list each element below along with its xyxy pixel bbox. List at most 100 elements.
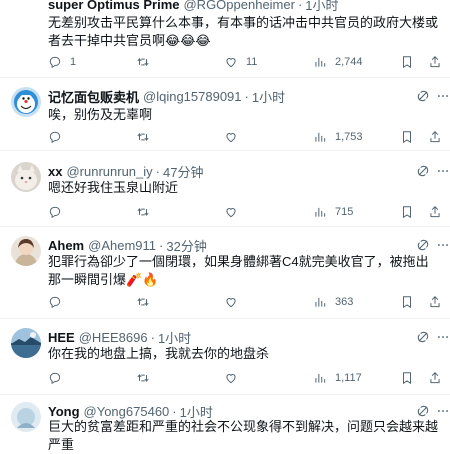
avatar[interactable]: [11, 162, 41, 192]
tweet-actions: 1 11 2,744: [48, 53, 444, 71]
user-handle[interactable]: @Yong675460: [84, 404, 170, 419]
bookmark-button[interactable]: [400, 130, 414, 144]
views-button[interactable]: 363: [313, 295, 353, 309]
more-options-icon[interactable]: [436, 330, 450, 344]
views-button[interactable]: 2,744: [313, 55, 363, 69]
display-name[interactable]: Ahem: [48, 238, 84, 253]
bookmark-button[interactable]: [400, 371, 414, 385]
retweet-icon: [137, 207, 149, 217]
avatar-image: [11, 87, 41, 117]
grok-icon[interactable]: [416, 404, 430, 418]
avatar[interactable]: [11, 87, 41, 117]
share-button[interactable]: [428, 371, 442, 385]
bookmark-button[interactable]: [400, 295, 414, 309]
tweet-header: 记忆面包贩卖机 @lqing15789091 · 1小时: [48, 87, 440, 105]
retweet-icon: [137, 373, 149, 383]
display-name[interactable]: 记忆面包贩卖机: [48, 87, 139, 106]
like-button[interactable]: [224, 130, 246, 144]
views-button[interactable]: 1,117: [313, 371, 362, 385]
tweet[interactable]: Ahem @Ahem911 · 32分钟 犯罪行為卻少了一個閉環，如果身體綁著C…: [0, 227, 450, 319]
tweet-text: 嗯还好我住玉泉山附近: [48, 180, 179, 195]
user-handle[interactable]: @HEE8696: [79, 330, 148, 345]
tweet[interactable]: Yong @Yong675460 · 1小时 巨大的贫富差距和严重的社会不公现象…: [0, 395, 450, 452]
timestamp[interactable]: 1小时: [305, 0, 338, 14]
reply-button[interactable]: 1: [48, 55, 76, 69]
tweet-text: 你在我的地盘上搞，我就去你的地盘杀: [48, 346, 270, 361]
like-button[interactable]: [224, 371, 246, 385]
views-chart-icon: [315, 132, 326, 142]
display-name[interactable]: super Optimus Prime: [48, 0, 179, 12]
separator-dot: ·: [150, 329, 155, 345]
reply-count: 1: [70, 56, 77, 68]
tweet-text: 无差别攻击平民算什么本事，有本事的话冲击中共官员的政府大楼或者去干掉中共官员啊😂…: [48, 15, 439, 48]
like-count: 11: [246, 56, 258, 68]
view-count: 363: [335, 296, 354, 308]
view-count: 1,753: [335, 131, 363, 143]
retweet-button[interactable]: [136, 55, 158, 69]
retweet-icon: [137, 132, 149, 142]
separator-dot: ·: [172, 403, 177, 419]
avatar[interactable]: [11, 328, 41, 358]
heart-icon: [226, 208, 236, 218]
like-button[interactable]: [224, 205, 246, 219]
retweet-button[interactable]: [136, 371, 158, 385]
separator-dot: ·: [297, 0, 303, 12]
reply-button[interactable]: [48, 130, 70, 144]
timestamp[interactable]: 47分钟: [163, 162, 203, 181]
retweet-button[interactable]: [136, 205, 158, 219]
tweet-actions: 1,117: [48, 369, 444, 387]
tweet-text: 唉，别伤及无辜啊: [48, 107, 153, 122]
grok-icon[interactable]: [416, 89, 430, 103]
heart-icon: [226, 58, 236, 68]
share-button[interactable]: [428, 130, 442, 144]
grok-icon[interactable]: [416, 330, 430, 344]
share-button[interactable]: [428, 205, 442, 219]
timestamp[interactable]: 1小时: [158, 328, 191, 347]
views-button[interactable]: 715: [313, 205, 353, 219]
user-handle[interactable]: @lqing15789091: [143, 89, 242, 104]
view-count: 1,117: [335, 372, 362, 384]
retweet-button[interactable]: [136, 130, 158, 144]
share-icon: [430, 206, 440, 218]
retweet-icon: [137, 297, 149, 307]
tweet[interactable]: super Optimus Prime @RGOppenheimer · 1小时…: [0, 0, 450, 78]
reply-button[interactable]: [48, 295, 70, 309]
user-handle[interactable]: @runrunrun_iy: [66, 164, 152, 179]
grok-icon[interactable]: [416, 164, 430, 178]
display-name[interactable]: Yong: [48, 404, 80, 419]
reply-button[interactable]: [48, 371, 70, 385]
bookmark-button[interactable]: [400, 55, 414, 69]
display-name[interactable]: xx: [48, 164, 62, 179]
retweet-button[interactable]: [136, 295, 158, 309]
user-handle[interactable]: @Ahem911: [88, 238, 156, 253]
display-name[interactable]: HEE: [48, 330, 75, 345]
more-options-icon[interactable]: [436, 238, 450, 252]
share-button[interactable]: [428, 295, 442, 309]
views-chart-icon: [315, 207, 326, 217]
views-button[interactable]: 1,753: [313, 130, 363, 144]
more-options-icon[interactable]: [436, 404, 450, 418]
tweet[interactable]: xx @runrunrun_iy · 47分钟 嗯还好我住玉泉山附近 715: [0, 151, 450, 227]
timestamp[interactable]: 32分钟: [166, 236, 206, 255]
share-button[interactable]: [428, 55, 442, 69]
grok-icon[interactable]: [416, 238, 430, 252]
avatar[interactable]: [11, 236, 41, 266]
like-button[interactable]: 11: [224, 55, 257, 69]
more-options-icon[interactable]: [436, 164, 450, 178]
tweet[interactable]: 记忆面包贩卖机 @lqing15789091 · 1小时 唉，别伤及无辜啊 1,…: [0, 78, 450, 151]
tweet-actions: 363: [48, 293, 444, 311]
reply-button[interactable]: [48, 205, 70, 219]
avatar[interactable]: [11, 402, 41, 432]
bookmark-icon: [403, 131, 411, 144]
like-button[interactable]: [224, 295, 246, 309]
more-options-icon[interactable]: [436, 89, 450, 103]
share-icon: [430, 56, 440, 68]
user-handle[interactable]: @RGOppenheimer: [183, 0, 294, 12]
tweet[interactable]: HEE @HEE8696 · 1小时 你在我的地盘上搞，我就去你的地盘杀 1,1…: [0, 319, 450, 395]
timestamp[interactable]: 1小时: [252, 87, 285, 106]
tweet-header: super Optimus Prime @RGOppenheimer · 1小时: [48, 0, 440, 13]
bookmark-icon: [403, 372, 411, 385]
bookmark-button[interactable]: [400, 205, 414, 219]
views-chart-icon: [315, 297, 326, 307]
heart-icon: [226, 298, 236, 308]
